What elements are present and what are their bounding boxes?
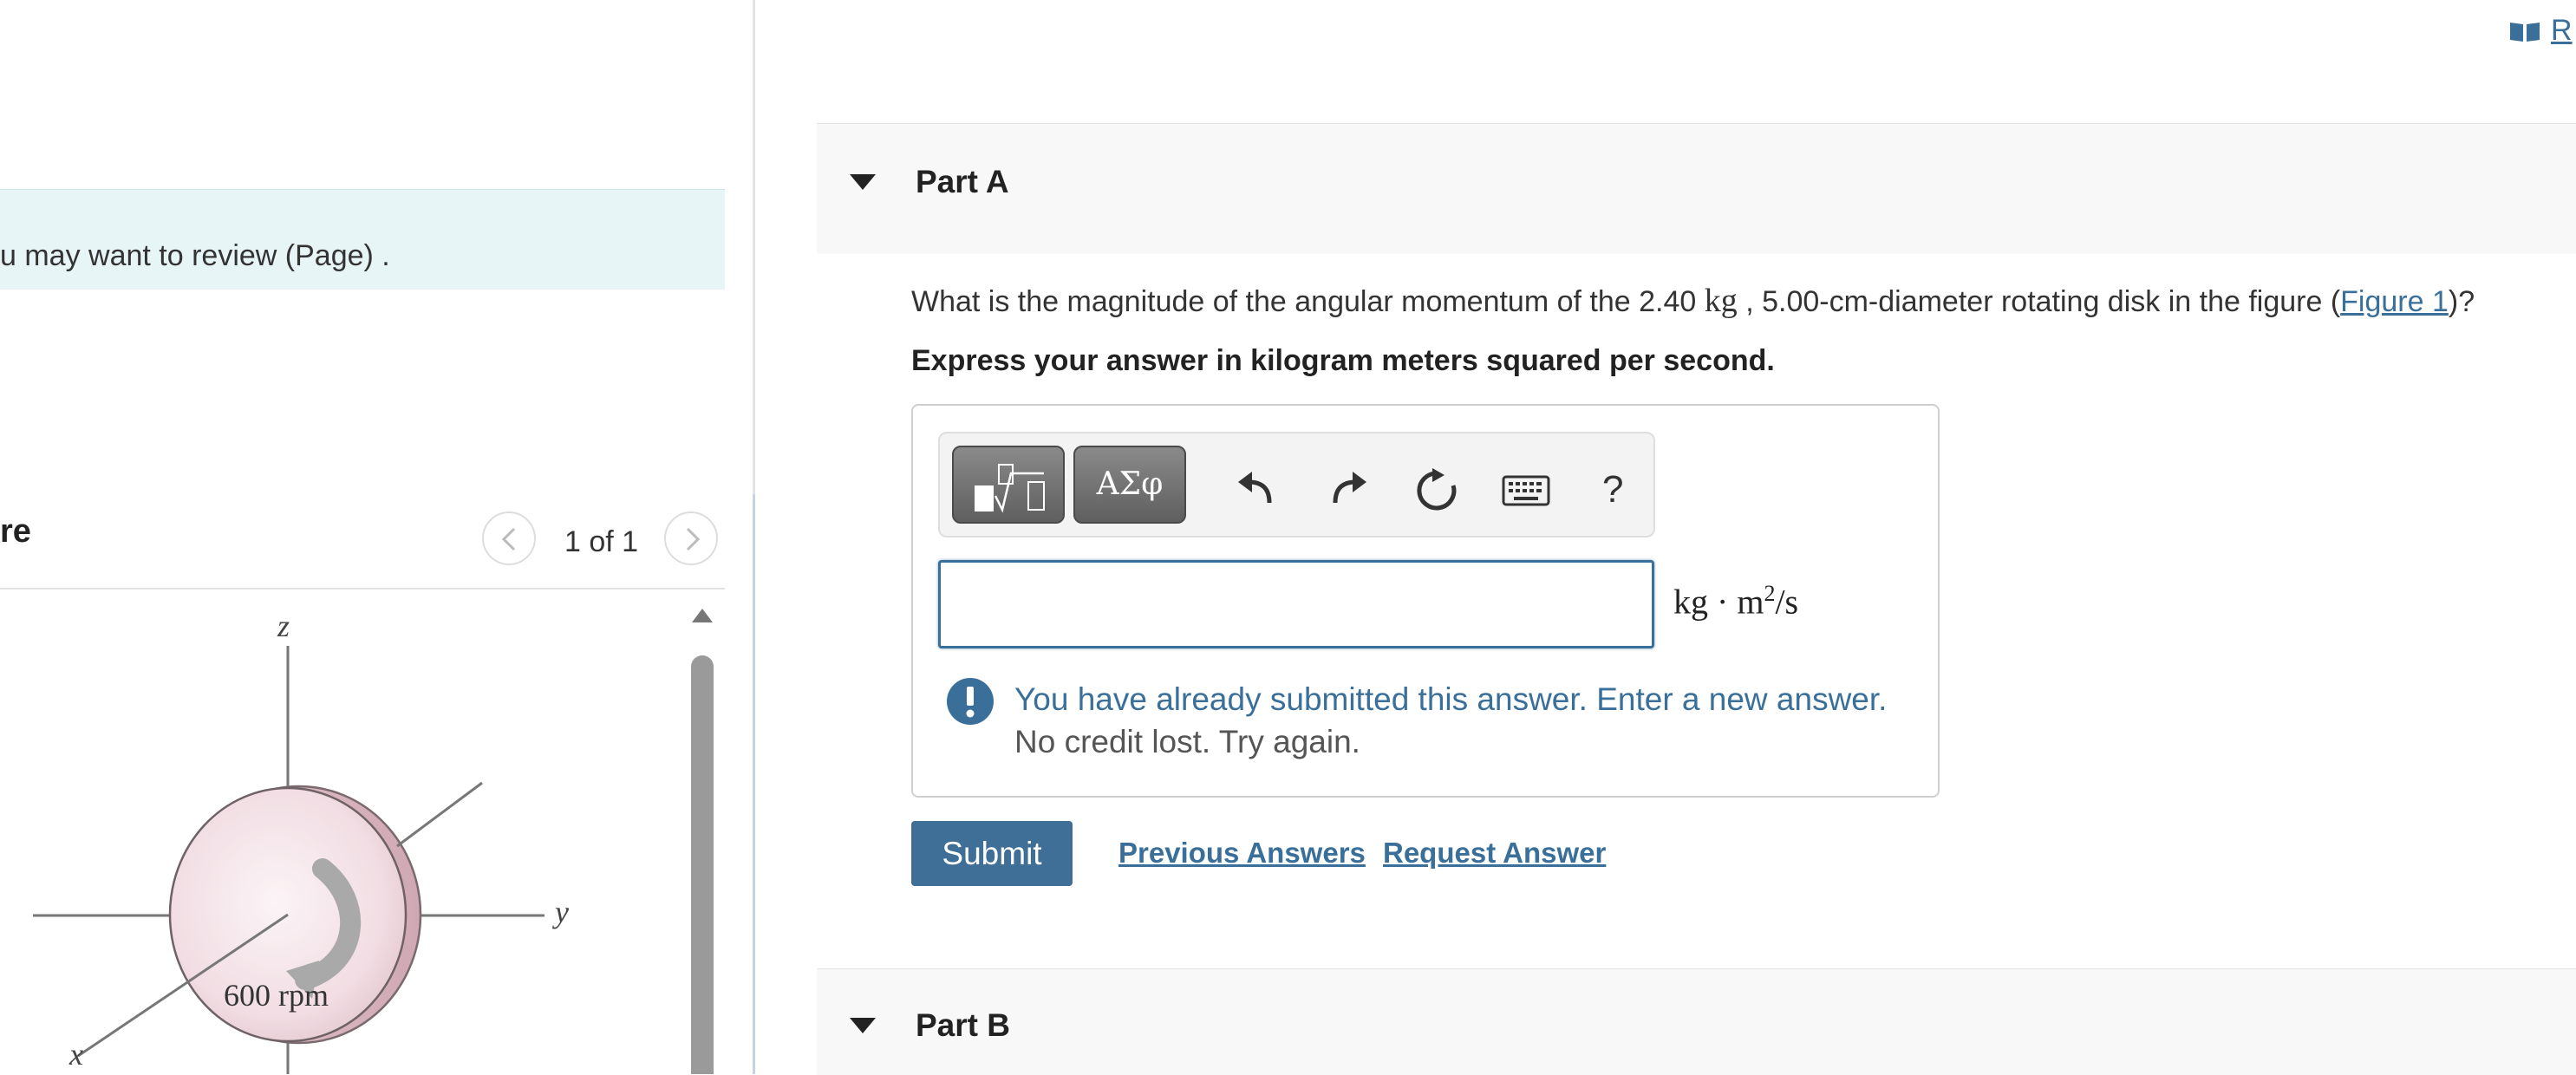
help-button[interactable]: ? [1602,468,1623,511]
figure-title: re [0,513,31,550]
part-b-header[interactable]: Part B [817,968,2576,1075]
math-toolbar: ΑΣφ [938,432,1655,538]
review-text: u may want to review (Page) . [0,239,390,272]
templates-button[interactable] [952,446,1065,524]
answer-input[interactable] [938,560,1654,648]
part-a-header[interactable]: Part A [817,123,2576,254]
caret-down-icon[interactable] [848,1014,877,1035]
book-icon[interactable] [2508,21,2541,43]
question-prefix: What is the magnitude of the angular mom… [911,285,1705,318]
answer-unit: kg · m2/s [1673,581,1798,622]
figure-divider [0,588,725,590]
unit-prefix: kg · m [1673,582,1764,622]
next-figure-button[interactable] [664,511,718,565]
reset-icon[interactable] [1415,468,1460,513]
part-b-title: Part B [916,1007,1010,1043]
submit-button[interactable]: Submit [911,821,1073,886]
figure-scrollbar-thumb[interactable] [691,655,714,1074]
fraction-root-icon [975,464,1045,513]
keyboard-icon[interactable] [1502,475,1550,506]
unit-exponent: 2 [1764,581,1776,606]
y-axis-label: y [552,895,569,929]
previous-answers-link[interactable]: Previous Answers [1118,837,1366,870]
x-axis-line-back [396,781,483,848]
rotating-disk-figure: z y x 600 rpm [33,609,569,1074]
chevron-right-icon [686,527,701,551]
alert-submessage: No credit lost. Try again. [1014,724,1360,759]
figure-panel: u may want to review (Page) . re 1 of 1 [0,0,753,1074]
speed-label: 600 rpm [224,978,329,1013]
z-axis-label: z [277,609,290,643]
request-answer-link[interactable]: Request Answer [1383,837,1606,870]
unit-suffix: /s [1775,582,1799,622]
question-suffix: )? [2448,285,2475,318]
resources-link[interactable]: R [2551,14,2573,48]
review-banner: u may want to review (Page) . [0,189,725,290]
undo-icon[interactable] [1235,468,1276,508]
previous-figure-button[interactable] [482,511,536,565]
redo-icon[interactable] [1328,468,1370,508]
question-middle: , 5.00-cm-diameter rotating disk in the … [1737,285,2341,318]
figure-pager-count: 1 of 1 [564,525,639,558]
alert-message: You have already submitted this answer. … [1014,681,1888,717]
question-text: What is the magnitude of the angular mom… [911,281,2475,322]
figure-link[interactable]: Figure 1 [2340,285,2449,318]
scroll-up-arrow-icon[interactable] [690,607,714,624]
question-mass-unit: kg [1704,283,1738,319]
greek-symbols-label: ΑΣφ [1096,466,1164,502]
chevron-left-icon [501,527,516,551]
caret-down-icon[interactable] [848,171,877,192]
x-axis-label: x [68,1037,83,1072]
greek-symbols-button[interactable]: ΑΣφ [1073,446,1186,524]
pane-divider-accent [753,494,755,1074]
answer-instruction: Express your answer in kilogram meters s… [911,344,1775,377]
alert-icon [947,678,994,725]
part-a-title: Part A [916,164,1009,199]
